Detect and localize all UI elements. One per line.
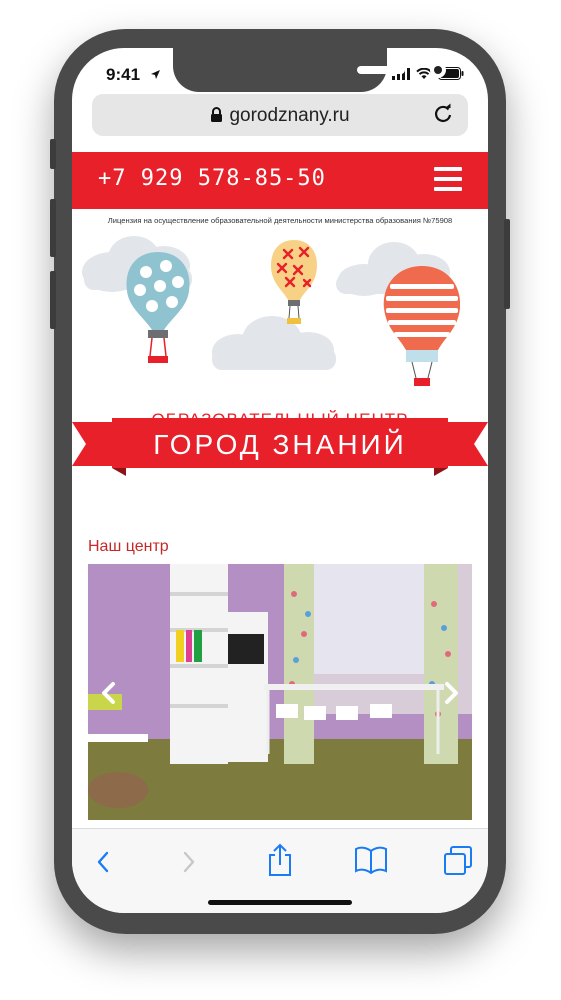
address-bar[interactable]: gorodznany.ru — [92, 94, 468, 136]
back-icon[interactable] — [92, 847, 116, 877]
logo-illustration: ГОРОД ЗНАНИЙ — [72, 236, 488, 476]
mute-switch — [50, 139, 56, 169]
home-indicator[interactable] — [208, 900, 352, 905]
balloon-red — [383, 266, 461, 386]
chevron-left-icon[interactable] — [96, 680, 122, 706]
phone-number-link[interactable]: +7 929 578-85-50 — [98, 166, 326, 191]
volume-up-button — [50, 199, 56, 257]
phone-screen: 9:41 gorodznany.ru +7 929 578-85-50 Лице… — [72, 48, 488, 913]
site-subtitle: ОБРАЗОВАТЕЛЬНЫЙ ЦЕНТР — [151, 410, 409, 429]
menu-burger-icon[interactable] — [434, 167, 462, 193]
cloud-bottom — [212, 316, 336, 370]
url-display[interactable]: gorodznany.ru — [92, 105, 468, 127]
balloon-blue — [126, 252, 190, 363]
location-arrow-icon — [151, 70, 160, 79]
bookmarks-icon[interactable] — [354, 845, 388, 875]
notch — [173, 48, 446, 92]
speaker — [357, 66, 405, 74]
share-icon[interactable] — [266, 843, 294, 877]
site-title: ГОРОД ЗНАНИЙ — [153, 429, 407, 460]
web-page: +7 929 578-85-50 Лицензия на осуществлен… — [72, 152, 488, 828]
chevron-right-icon[interactable] — [438, 680, 464, 706]
power-button — [504, 219, 510, 309]
status-time: 9:41 — [106, 65, 141, 84]
camera — [430, 62, 446, 78]
reload-icon[interactable] — [432, 103, 454, 125]
url-text: gorodznany.ru — [229, 105, 350, 126]
section-title: Наш центр — [88, 538, 169, 555]
forward-icon[interactable] — [176, 847, 200, 877]
safari-toolbar — [72, 828, 488, 913]
site-header: +7 929 578-85-50 — [72, 152, 488, 209]
license-text: Лицензия на осуществление образовательно… — [107, 216, 453, 225]
volume-down-button — [50, 271, 56, 329]
tabs-icon[interactable] — [442, 845, 474, 877]
classroom-image — [88, 564, 472, 820]
carousel-photo[interactable] — [88, 564, 472, 820]
lock-icon — [211, 107, 223, 122]
balloon-yellow — [270, 240, 318, 324]
